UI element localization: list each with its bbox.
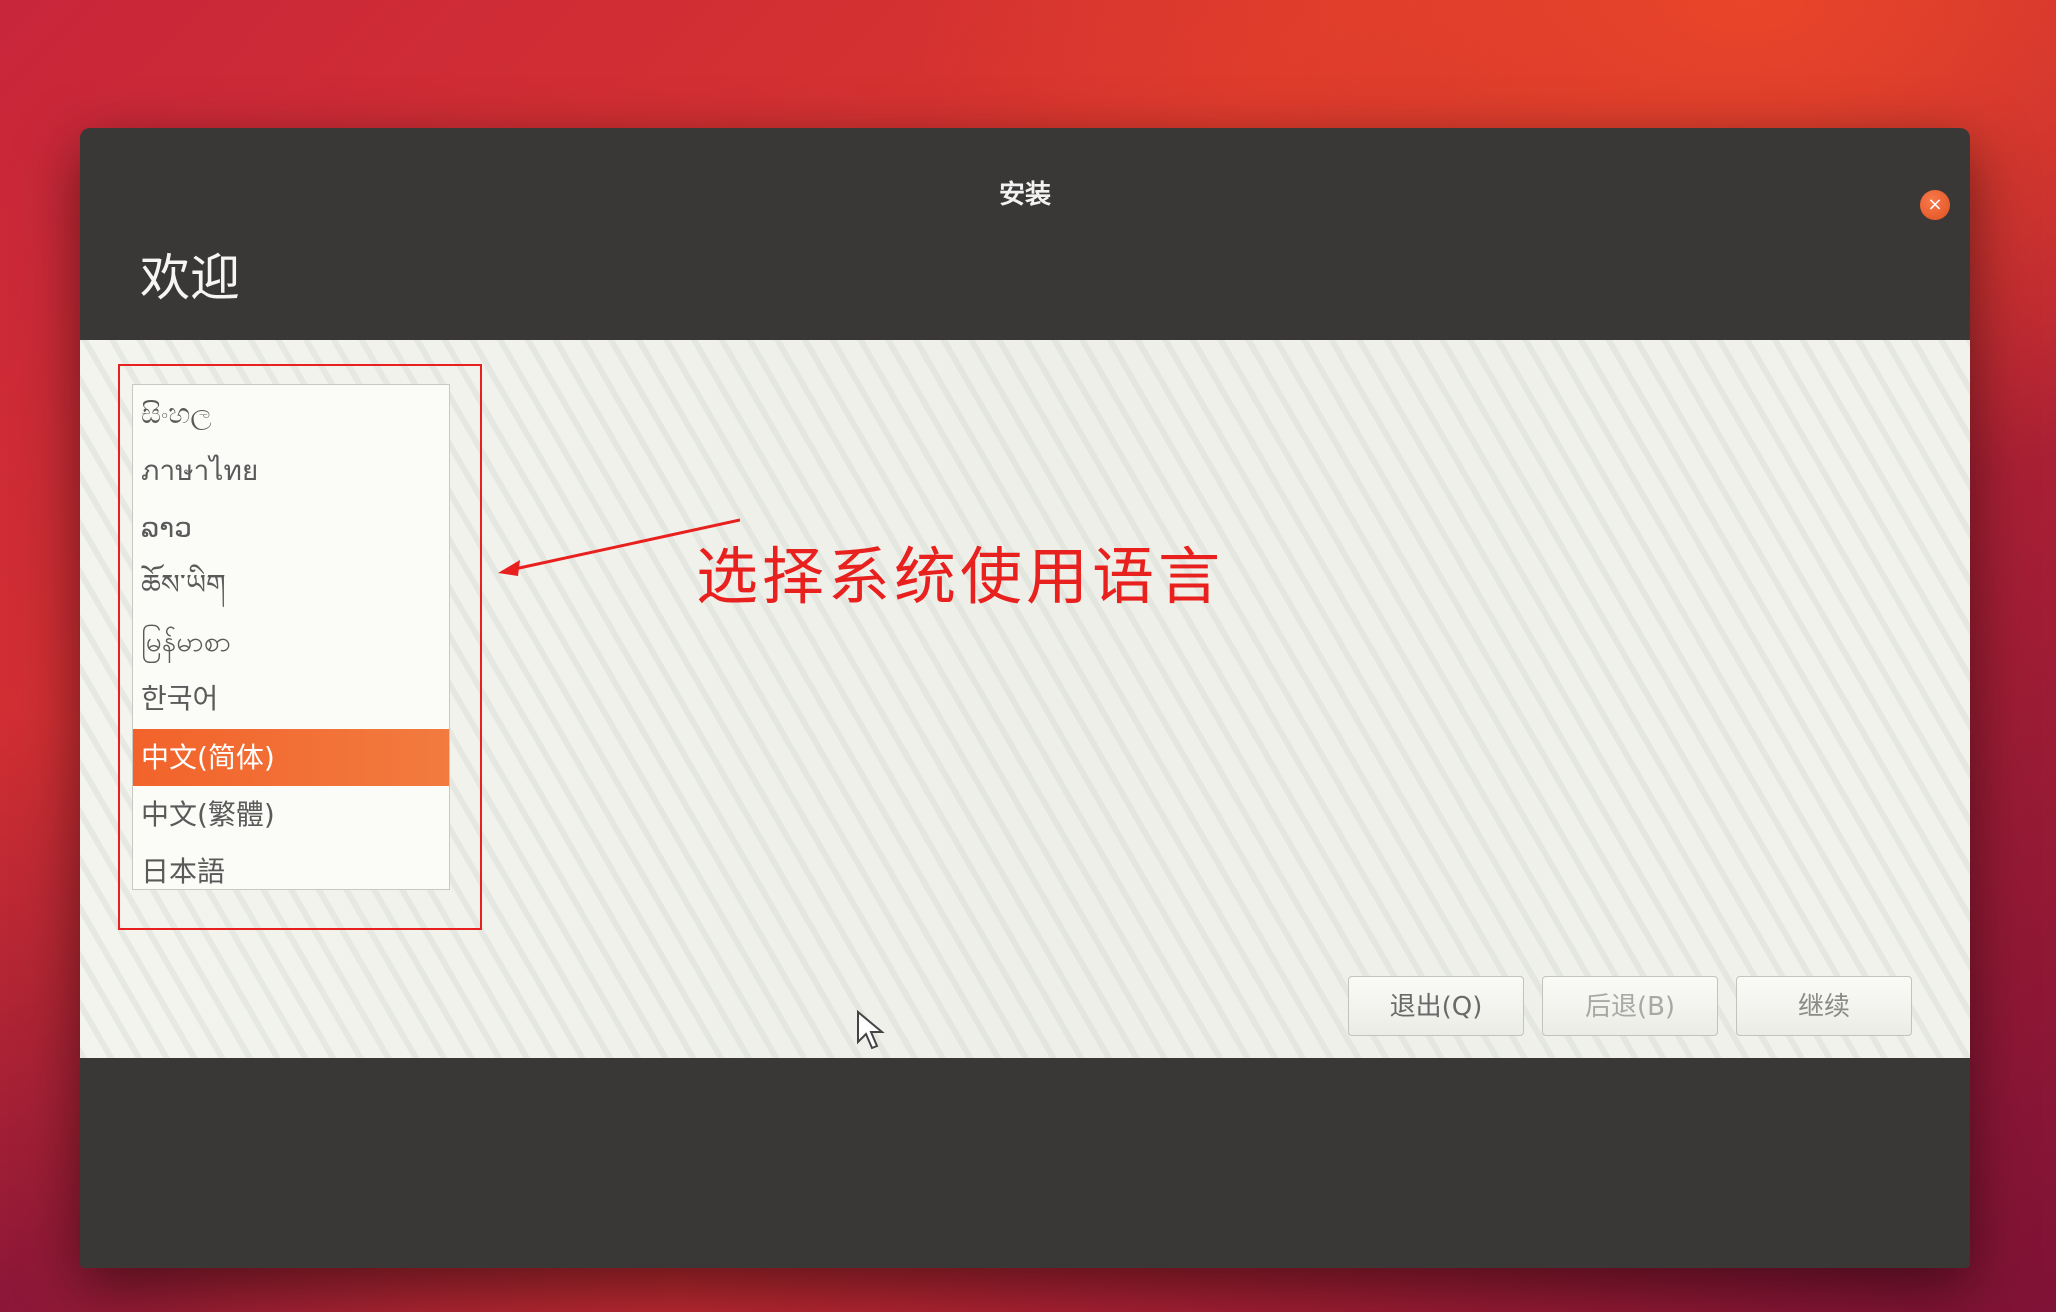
language-list[interactable]: සිංහල ภาษาไทย ລາວ ཆོས་ཡིག မြန်မာစာ 한국어 中… — [132, 384, 450, 890]
annotation-label: 选择系统使用语言 — [696, 540, 1225, 613]
footer — [80, 1058, 1970, 1268]
content-area: සිංහල ภาษาไทย ລາວ ཆོས་ཡིག မြန်မာစာ 한국어 中… — [80, 340, 1970, 1058]
language-item-burmese[interactable]: မြန်မာစာ — [133, 613, 449, 670]
installer-window: 安装 × 欢迎 සිංහල ภาษาไทย ລາວ ཆོས་ཡིག မြန်မာ… — [80, 128, 1970, 1268]
quit-button[interactable]: 退出(Q) — [1348, 976, 1524, 1036]
close-icon[interactable]: × — [1920, 190, 1950, 220]
language-item-korean[interactable]: 한국어 — [133, 670, 449, 727]
language-item-sinhala[interactable]: සිංහල — [133, 385, 449, 442]
language-item-lao[interactable]: ລາວ — [133, 499, 449, 556]
window-title: 安装 — [998, 180, 1051, 210]
language-item-chinese-traditional[interactable]: 中文(繁體) — [133, 786, 449, 843]
language-item-japanese[interactable]: 日本語 — [133, 843, 449, 889]
title-bar: 安装 — [80, 128, 1970, 210]
language-item-thai[interactable]: ภาษาไทย — [133, 442, 449, 499]
language-item-tibetan[interactable]: ཆོས་ཡིག — [133, 556, 449, 613]
back-button[interactable]: 后退(B) — [1542, 976, 1718, 1036]
page-title: 欢迎 — [140, 249, 240, 307]
language-item-chinese-simplified[interactable]: 中文(简体) — [133, 729, 449, 786]
mouse-pointer-icon — [857, 1010, 885, 1050]
continue-button[interactable]: 继续 — [1736, 976, 1912, 1036]
